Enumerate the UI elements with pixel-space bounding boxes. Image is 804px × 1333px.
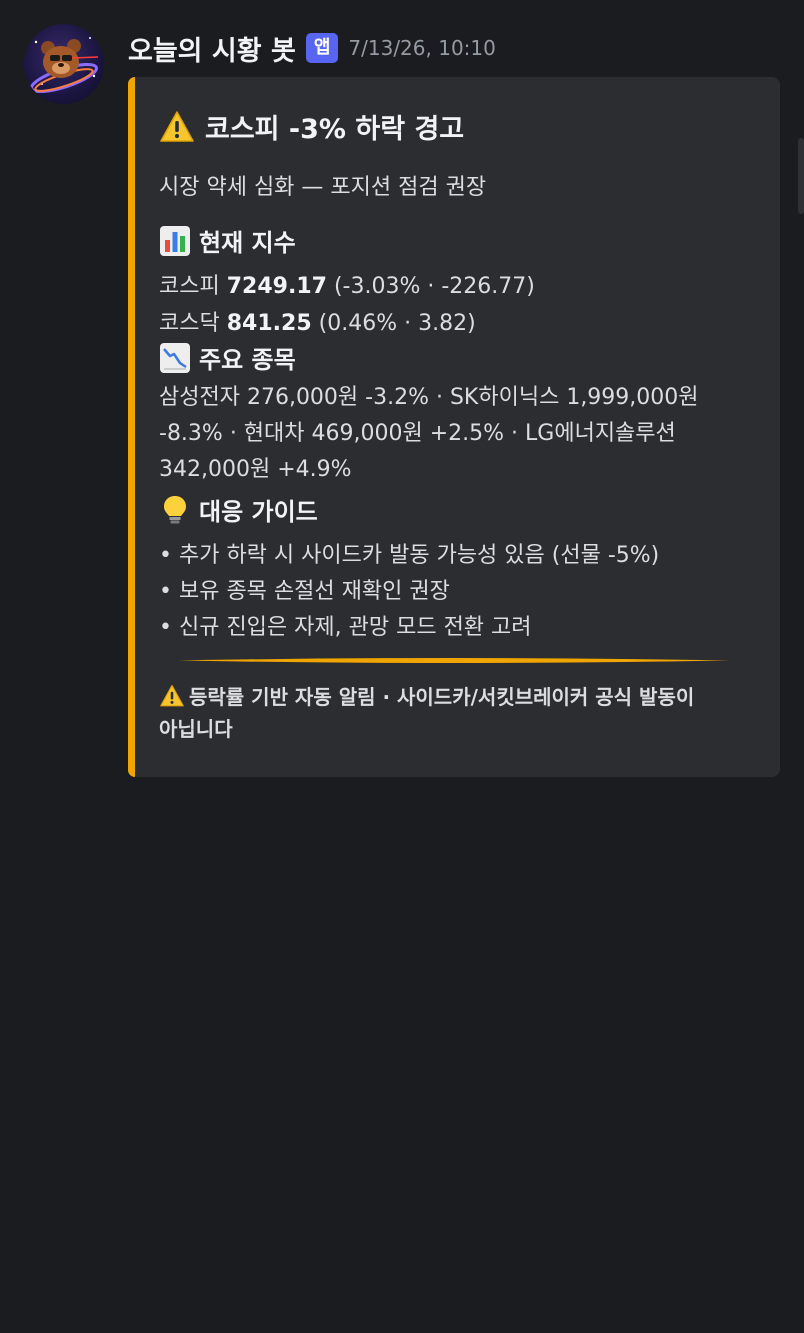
embed-footer: 등락률 기반 자동 알림 · 사이드카/서킷브레이커 공식 발동이 아닙니다: [159, 681, 719, 745]
stocks-section-title-text: 주요 종목: [199, 346, 296, 374]
bot-name[interactable]: 오늘의 시황 봇: [128, 29, 296, 68]
index-section-title-text: 현재 지수: [199, 229, 296, 257]
guide-section-title-text: 대응 가이드: [199, 498, 318, 526]
kosdaq-value: 841.25: [226, 311, 312, 336]
scrollbar-thumb[interactable]: [798, 138, 804, 214]
warning-icon: [160, 684, 184, 707]
light-bulb-icon: [164, 495, 186, 523]
divider-line: [178, 658, 730, 663]
kosdaq-label: 코스닥: [159, 311, 220, 336]
alert-embed: 코스피 -3% 하락 경고 시장 약세 심화 — 포지션 점검 권장 현재 지수…: [128, 77, 780, 777]
kospi-label: 코스피: [159, 274, 220, 299]
embed-title: 코스피 -3% 하락 경고: [159, 107, 464, 146]
chart-decreasing-icon: [160, 342, 190, 373]
stocks-text: 삼성전자 276,000원 -3.2% · SK하이닉스 1,999,000원 …: [159, 385, 699, 482]
guide-item: • 추가 하락 시 사이드카 발동 가능성 있음 (선물 -5%): [159, 543, 660, 568]
guide-item: • 보유 종목 손절선 재확인 권장: [159, 579, 450, 604]
bear-avatar-icon: [30, 37, 99, 94]
guide-section-title: 대응 가이드: [159, 492, 318, 527]
warning-icon: [160, 110, 194, 142]
kosdaq-change: (0.46% · 3.82): [318, 311, 476, 336]
message-timestamp[interactable]: 7/13/26, 10:10: [348, 36, 495, 60]
stocks-section-title: 주요 종목: [159, 340, 296, 375]
embed-accent-bar: [128, 77, 135, 777]
embed-footer-text: 등락률 기반 자동 알림 · 사이드카/서킷브레이커 공식 발동이 아닙니다: [159, 685, 695, 741]
message-header: 오늘의 시황 봇 앱 7/13/26, 10:10: [128, 28, 496, 68]
kospi-change: (-3.03% · -226.77): [333, 274, 535, 299]
bar-chart-icon: [160, 225, 190, 256]
index-section-title: 현재 지수: [159, 223, 296, 258]
kospi-line: 코스피 7249.17 (-3.03% · -226.77): [159, 268, 535, 300]
guide-item: • 신규 진입은 자제, 관망 모드 전환 고려: [159, 615, 532, 640]
embed-title-text: 코스피 -3% 하락 경고: [205, 114, 465, 145]
bot-avatar[interactable]: [24, 24, 104, 104]
embed-description: 시장 약세 심화 — 포지션 점검 권장: [159, 175, 487, 200]
kosdaq-line: 코스닥 841.25 (0.46% · 3.82): [159, 305, 476, 337]
app-badge: 앱: [305, 33, 339, 63]
discord-message-view: 오늘의 시황 봇 앱 7/13/26, 10:10 코스피 -3% 하락 경고 …: [0, 0, 804, 1333]
kospi-value: 7249.17: [226, 274, 327, 299]
